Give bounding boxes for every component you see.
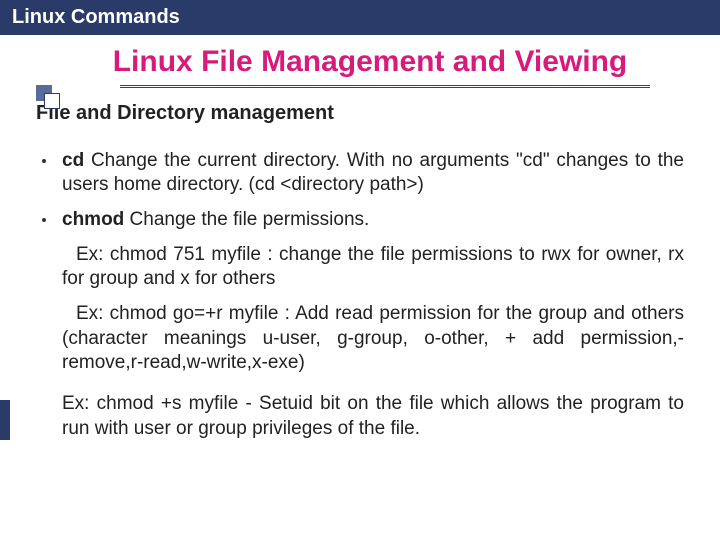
title-bullet-icon — [36, 85, 60, 109]
example-text: Ex: chmod go=+r myfile : Add read permis… — [36, 302, 684, 376]
title-area: Linux File Management and Viewing — [0, 35, 720, 88]
content-area: File and Directory management cd Change … — [0, 88, 720, 442]
bullet-icon — [42, 218, 46, 222]
command-name: chmod — [62, 209, 124, 230]
example-text: Ex: chmod 751 myfile : change the file p… — [36, 243, 684, 292]
example-text: Ex: chmod +s myfile - Setuid bit on the … — [36, 392, 684, 441]
list-item: cd Change the current directory. With no… — [36, 149, 684, 198]
title-underline — [120, 85, 650, 88]
list-item: chmod Change the file permissions. — [36, 208, 684, 233]
header-title: Linux Commands — [12, 6, 180, 28]
command-name: cd — [62, 150, 84, 171]
command-desc: Change the current directory. With no ar… — [62, 150, 684, 196]
header-bar: Linux Commands — [0, 0, 720, 35]
bullet-icon — [42, 159, 46, 163]
side-tab-decoration — [0, 400, 10, 440]
command-desc: Change the file permissions. — [124, 209, 369, 230]
section-subhead: File and Directory management — [36, 102, 684, 125]
slide-title: Linux File Management and Viewing — [60, 43, 680, 81]
